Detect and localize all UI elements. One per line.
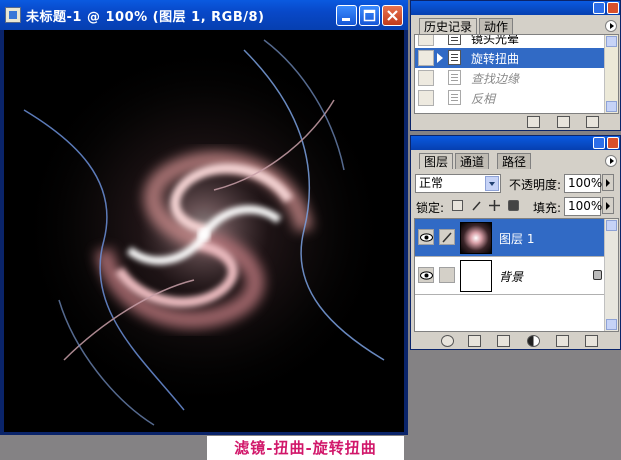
layers-panel-titlebar[interactable] xyxy=(411,136,620,150)
history-panel: 历史记录 动作 镜头光晕 旋转扭曲 查找边缘 反相 xyxy=(410,0,621,131)
layers-panel: 图层 通道 路径 正常 不透明度: 100% 锁定: 填充: 100% 图层 1 xyxy=(410,135,621,350)
lock-image-pixels-icon[interactable] xyxy=(471,200,482,211)
trash-icon[interactable] xyxy=(585,335,598,347)
opacity-input[interactable]: 100% xyxy=(564,174,603,193)
layer-name: 图层 1 xyxy=(499,232,535,246)
layers-list: 图层 1 背景 xyxy=(414,218,619,332)
scroll-up-arrow-icon[interactable] xyxy=(606,36,617,47)
history-scrollbar[interactable] xyxy=(604,35,618,113)
lock-position-icon[interactable] xyxy=(489,200,500,211)
image-canvas[interactable]: 滤镜-扭曲-旋转扭曲 xyxy=(4,30,404,460)
tab-history[interactable]: 历史记录 xyxy=(419,18,478,34)
maximize-button[interactable] xyxy=(359,5,380,26)
layer-thumbnail xyxy=(460,222,492,254)
blend-mode-select[interactable]: 正常 xyxy=(415,174,501,193)
history-brush-source-checkbox[interactable] xyxy=(418,50,434,66)
lock-label: 锁定: xyxy=(416,201,445,215)
history-item[interactable]: 反相 xyxy=(415,88,618,108)
history-panel-titlebar[interactable] xyxy=(411,1,620,15)
tab-layers[interactable]: 图层 xyxy=(419,153,454,169)
history-item-label: 反相 xyxy=(471,92,496,106)
layer-name: 背景 xyxy=(499,270,524,284)
fill-value: 100% xyxy=(568,199,603,213)
paintbrush-link-icon[interactable] xyxy=(439,229,455,245)
maximize-icon xyxy=(363,9,376,22)
history-item-label: 镜头光晕 xyxy=(471,34,520,46)
history-toolbar xyxy=(411,116,620,130)
lock-transparency-icon[interactable] xyxy=(452,200,463,211)
trash-icon[interactable] xyxy=(586,116,599,128)
history-list: 镜头光晕 旋转扭曲 查找边缘 反相 xyxy=(414,34,619,114)
tab-paths[interactable]: 路径 xyxy=(497,153,532,169)
document-window: 未标题-1 @ 100% (图层 1, RGB/8) 滤镜-扭曲-旋转扭曲 xyxy=(0,0,408,460)
fill-label: 填充: xyxy=(533,201,562,215)
document-titlebar[interactable]: 未标题-1 @ 100% (图层 1, RGB/8) xyxy=(0,0,408,30)
opacity-slider-arrow-icon[interactable] xyxy=(602,174,614,191)
scroll-down-arrow-icon[interactable] xyxy=(606,319,617,330)
history-state-icon xyxy=(448,50,461,65)
history-item-selected[interactable]: 旋转扭曲 xyxy=(415,48,618,68)
scroll-down-arrow-icon[interactable] xyxy=(606,101,617,112)
history-brush-source-checkbox[interactable] xyxy=(418,70,434,86)
new-layer-icon[interactable] xyxy=(556,335,569,347)
history-brush-source-checkbox[interactable] xyxy=(418,35,434,46)
panel-close-button[interactable] xyxy=(607,2,619,14)
lock-all-icon[interactable] xyxy=(508,200,519,211)
layer-style-icon[interactable] xyxy=(441,335,454,347)
layers-toolbar xyxy=(411,335,620,349)
history-item[interactable]: 镜头光晕 xyxy=(415,34,618,48)
snapshot-icon[interactable] xyxy=(557,116,570,128)
history-state-icon xyxy=(448,90,461,105)
swirl-artwork xyxy=(4,30,404,432)
chevron-down-icon[interactable] xyxy=(485,176,499,191)
visibility-eye-icon[interactable] xyxy=(418,229,434,245)
history-item-label: 旋转扭曲 xyxy=(471,52,520,66)
panel-minimize-button[interactable] xyxy=(593,2,605,14)
close-icon xyxy=(387,10,398,21)
tab-channels[interactable]: 通道 xyxy=(455,153,490,169)
close-button[interactable] xyxy=(382,5,403,26)
visibility-eye-icon[interactable] xyxy=(418,267,434,283)
adjustment-layer-icon[interactable] xyxy=(527,335,540,347)
opacity-value: 100% xyxy=(568,176,603,190)
layers-scrollbar[interactable] xyxy=(604,219,618,331)
opacity-label: 不透明度: xyxy=(509,178,562,192)
tab-actions[interactable]: 动作 xyxy=(479,18,514,34)
minimize-button[interactable] xyxy=(336,5,357,26)
document-title: 未标题-1 @ 100% (图层 1, RGB/8) xyxy=(26,10,265,25)
link-slot[interactable] xyxy=(439,267,455,283)
history-item[interactable]: 查找边缘 xyxy=(415,68,618,88)
history-brush-source-checkbox[interactable] xyxy=(418,90,434,106)
history-item-label: 查找边缘 xyxy=(471,72,520,86)
panel-menu-arrow-icon[interactable] xyxy=(605,20,617,32)
history-state-pointer-icon xyxy=(437,53,443,63)
layer-thumbnail xyxy=(460,260,492,292)
fill-slider-arrow-icon[interactable] xyxy=(602,197,614,214)
watermark-caption: 滤镜-扭曲-旋转扭曲 xyxy=(207,436,404,460)
layer-row[interactable]: 背景 xyxy=(415,257,618,295)
panel-close-button[interactable] xyxy=(607,137,619,149)
history-state-icon xyxy=(448,70,461,85)
layer-row-selected[interactable]: 图层 1 xyxy=(415,219,618,257)
new-document-from-state-icon[interactable] xyxy=(527,116,540,128)
scroll-up-arrow-icon[interactable] xyxy=(606,220,617,231)
history-state-icon xyxy=(448,35,461,45)
lock-icon xyxy=(593,270,602,280)
new-group-icon[interactable] xyxy=(497,335,510,347)
layer-mask-icon[interactable] xyxy=(468,335,481,347)
fill-input[interactable]: 100% xyxy=(564,197,603,216)
blend-mode-value: 正常 xyxy=(419,176,444,190)
photoshop-document-icon xyxy=(5,7,21,23)
panel-minimize-button[interactable] xyxy=(593,137,605,149)
minimize-icon xyxy=(342,18,350,21)
panel-menu-arrow-icon[interactable] xyxy=(605,155,617,167)
